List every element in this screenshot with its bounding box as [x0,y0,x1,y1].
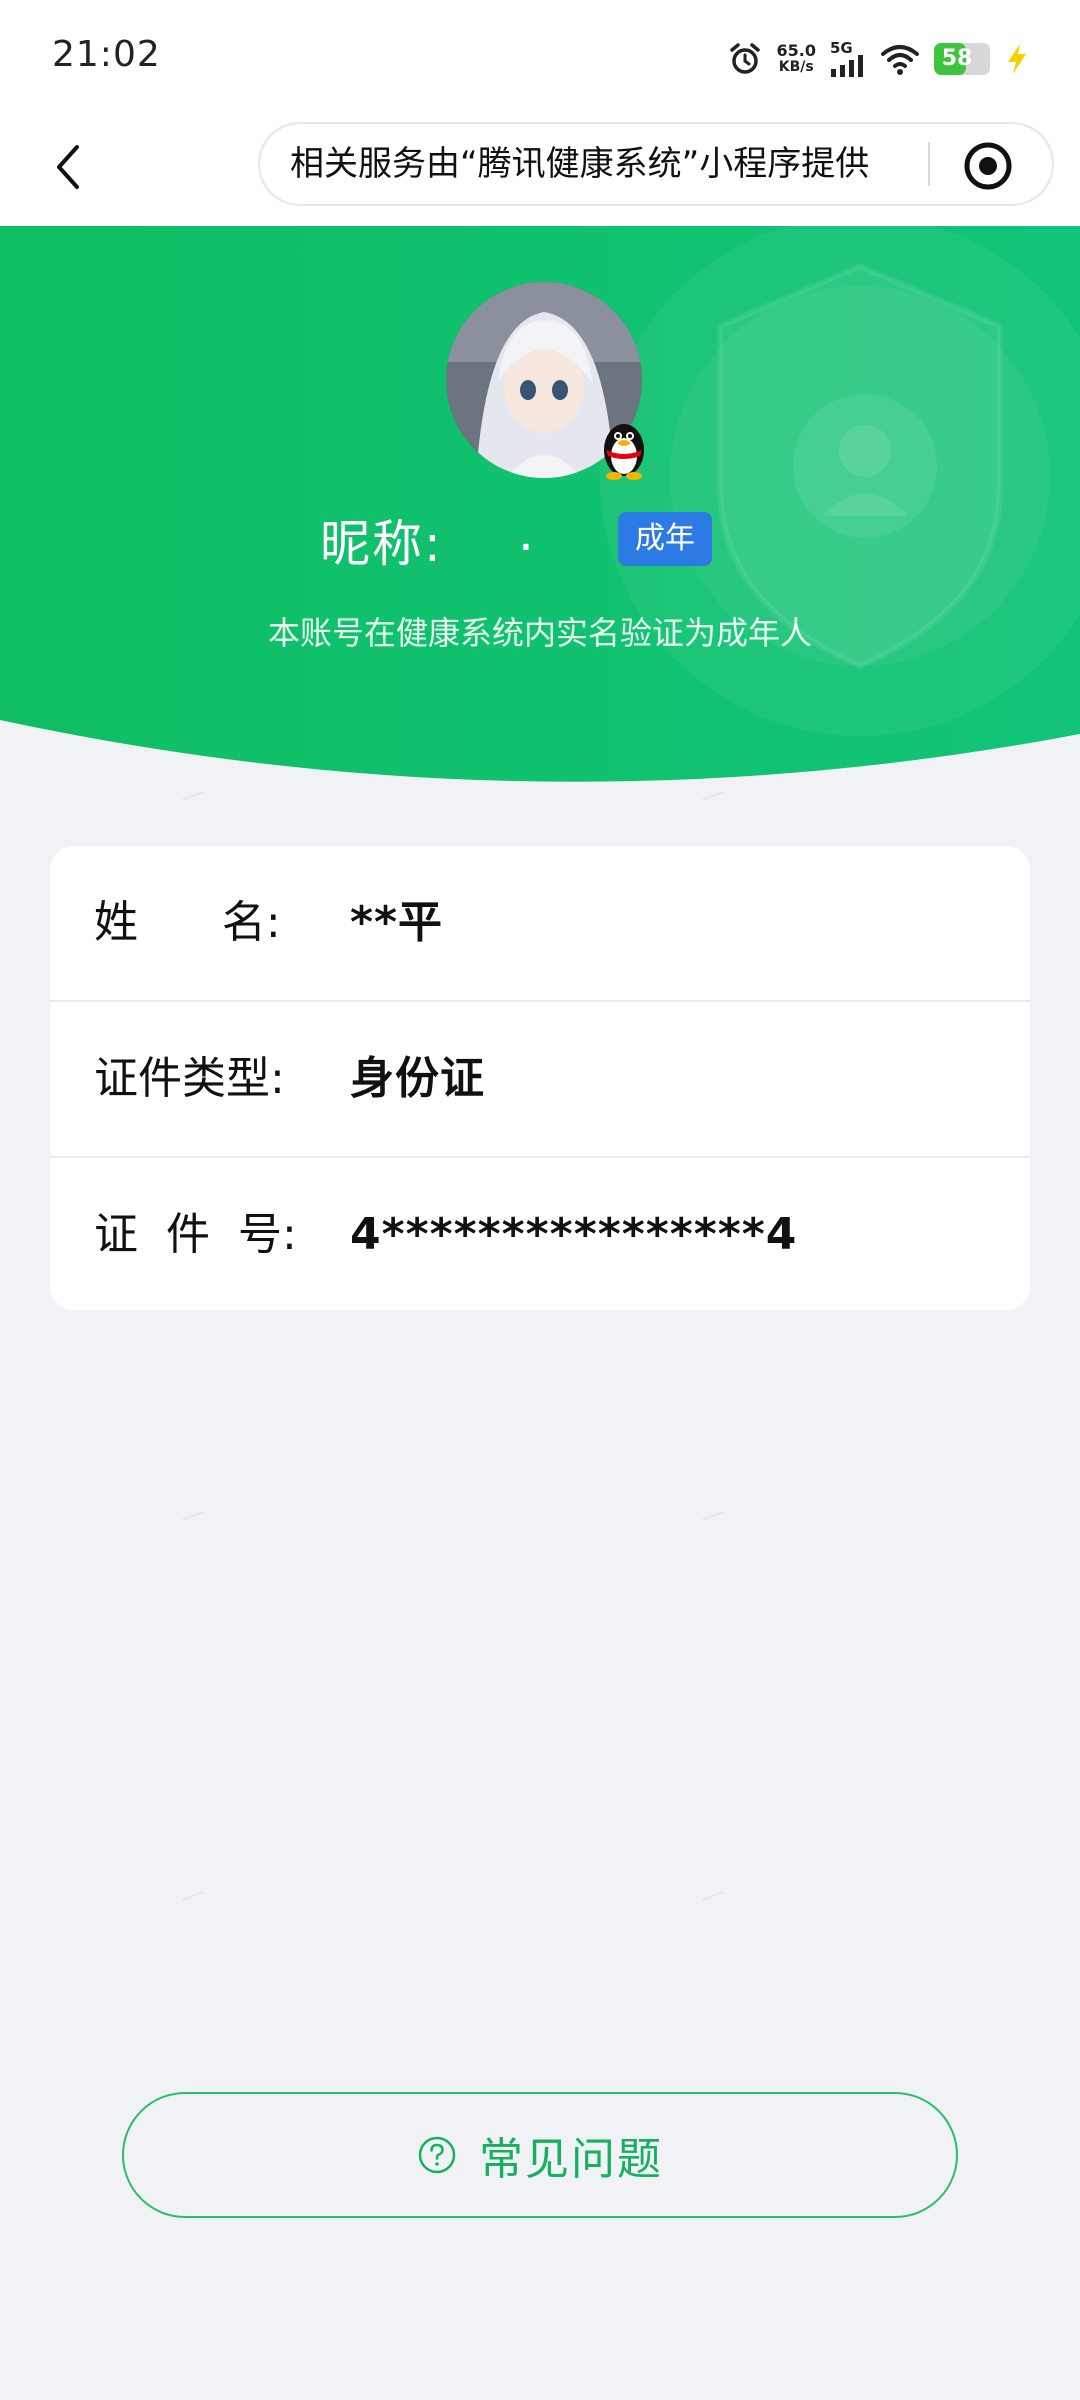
id-type-label: 证件类型: [94,1053,285,1104]
question-circle-icon [418,2136,456,2174]
faq-label: 常见问题 [479,2134,663,2185]
nickname-value: . [518,504,534,562]
id-number-label: 证 件 号: [94,1209,297,1260]
watermark: — [176,1876,211,1913]
identity-info-card: 姓 名: **平 证件类型: 身份证 证 件 号: 4*************… [50,846,1030,1310]
id-number-value: 4****************4 [350,1209,798,1260]
name-value: **平 [350,897,444,948]
qq-penguin-icon [604,424,644,480]
profile-header: 昵称: . 成年 本账号在健康系统内实名验证为成年人 [0,226,1080,786]
wifi-icon [881,45,919,75]
chevron-left-icon [57,145,79,189]
provider-capsule: 相关服务由“腾讯健康系统”小程序提供 [258,122,1054,206]
signal-bars-icon [831,55,863,77]
watermark: — [176,1496,211,1533]
info-row-id-number: 证 件 号: 4****************4 [50,1158,1030,1312]
faq-button[interactable]: 常见问题 [122,2092,958,2218]
mini-program-navbar: 相关服务由“腾讯健康系统”小程序提供 [0,110,1080,226]
record-button[interactable] [960,138,1016,194]
battery-level: 58 [941,46,973,71]
alarm-icon [729,43,760,74]
status-icons: 65.0 KB/s 5G 58 [727,34,1030,84]
name-label: 姓 名: [94,897,281,948]
nickname-label: 昵称: [320,515,443,573]
id-type-value: 身份证 [350,1053,485,1104]
network-speed-unit: KB/s [778,59,814,75]
verification-text: 本账号在健康系统内实名验证为成年人 [267,614,812,652]
back-button[interactable] [38,132,98,202]
network-speed-value: 65.0 [776,41,816,60]
network-speed: 65.0 KB/s [777,42,816,76]
charging-icon [1008,44,1026,74]
capsule-divider [928,142,930,186]
provider-notice: 相关服务由“腾讯健康系统”小程序提供 [290,144,870,184]
info-row-name: 姓 名: **平 [50,846,1030,1000]
record-icon [964,142,1012,190]
cellular-signal: 5G [830,41,866,77]
network-type: 5G [830,39,853,57]
watermark: — [696,1496,731,1533]
battery-indicator: 58 [934,43,990,75]
watermark: — [696,1876,731,1913]
status-time: 21:02 [52,34,161,75]
adult-badge: 成年 [618,512,712,566]
info-row-id-type: 证件类型: 身份证 [50,1002,1030,1156]
status-bar: 21:02 65.0 KB/s 5G 58 [0,0,1080,110]
